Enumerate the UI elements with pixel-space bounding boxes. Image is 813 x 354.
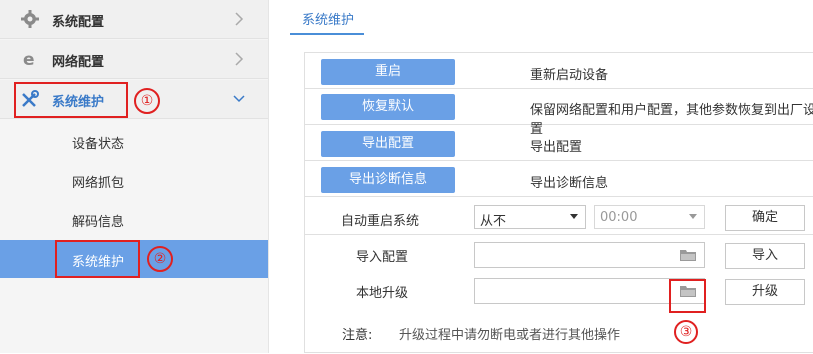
- subnav-item-packet-capture[interactable]: 网络抓包: [0, 161, 268, 199]
- sidebar: 系统配置 e 网络配置 系统维护 设备状态 网络抓包 解码信息 系统维护: [0, 0, 269, 353]
- import-config-file-input[interactable]: [474, 242, 705, 268]
- action-description: 导出配置: [530, 140, 583, 155]
- main-panel: 系统维护 重启 重新启动设备 恢复默认 保留网络配置和用户配置，其他参数恢复到出…: [290, 0, 813, 353]
- subnav-item-decode-info[interactable]: 解码信息: [0, 200, 268, 238]
- restore-default-button[interactable]: 恢复默认: [321, 94, 455, 120]
- network-e-icon: e: [23, 50, 35, 69]
- subnav-item-device-status[interactable]: 设备状态: [0, 122, 268, 160]
- action-row-export-diagnostics: 导出诊断信息 导出诊断信息: [305, 161, 813, 197]
- local-upgrade-label: 本地升级: [356, 286, 409, 301]
- action-row-restore-default: 恢复默认 保留网络配置和用户配置，其他参数恢复到出厂设置: [305, 89, 813, 137]
- note-label: 注意:: [342, 328, 373, 343]
- select-value: 从不: [480, 214, 507, 229]
- dropdown-arrow-icon: [570, 214, 578, 219]
- tab-system-maintenance[interactable]: 系统维护: [290, 0, 364, 35]
- auto-reboot-time-select[interactable]: 00:00: [594, 205, 705, 229]
- action-row-reboot: 重启 重新启动设备: [305, 53, 813, 89]
- auto-reboot-label: 自动重启系统: [341, 214, 420, 229]
- nav-label: 系统配置: [52, 15, 105, 30]
- highlight-box-step1: [14, 82, 128, 118]
- nav-item-network-config[interactable]: e 网络配置: [0, 40, 268, 79]
- note-row: 注意: 升级过程中请勿断电或者进行其他操作: [305, 310, 813, 354]
- auto-reboot-row: 自动重启系统 从不 00:00 确定: [305, 197, 813, 235]
- confirm-button[interactable]: 确定: [725, 205, 805, 231]
- step-marker-2: ②: [147, 246, 173, 272]
- note-text: 升级过程中请勿断电或者进行其他操作: [399, 328, 621, 343]
- chevron-down-icon: [233, 95, 245, 103]
- highlight-box-step3: [669, 279, 706, 313]
- svg-text:e: e: [23, 50, 35, 69]
- maintenance-table: 重启 重新启动设备 恢复默认 保留网络配置和用户配置，其他参数恢复到出厂设置 导…: [304, 52, 813, 353]
- nav-item-system-config[interactable]: 系统配置: [0, 0, 268, 39]
- dropdown-arrow-icon: [689, 214, 697, 219]
- nav-label: 网络配置: [52, 55, 105, 70]
- gear-icon: [21, 10, 39, 28]
- step-marker-1: ①: [134, 88, 160, 114]
- folder-icon[interactable]: [680, 249, 696, 261]
- import-button[interactable]: 导入: [725, 243, 805, 269]
- chevron-right-icon: [235, 12, 244, 26]
- export-config-button[interactable]: 导出配置: [321, 131, 455, 157]
- action-description: 重新启动设备: [530, 68, 609, 83]
- upgrade-button[interactable]: 升级: [725, 279, 805, 305]
- subnav-label: 解码信息: [72, 215, 125, 230]
- step-marker-3: ③: [674, 320, 698, 344]
- subnav-label: 设备状态: [72, 137, 125, 152]
- import-config-row: 导入配置 导入: [305, 234, 813, 272]
- action-description: 导出诊断信息: [530, 176, 609, 191]
- chevron-right-icon: [235, 52, 244, 66]
- import-config-label: 导入配置: [356, 250, 409, 265]
- export-diagnostics-button[interactable]: 导出诊断信息: [321, 167, 455, 193]
- local-upgrade-row: 本地升级 升级: [305, 272, 813, 310]
- subnav-label: 网络抓包: [72, 176, 125, 191]
- highlight-box-step2: [55, 240, 140, 278]
- tab-label: 系统维护: [302, 13, 355, 28]
- action-row-export-config: 导出配置 导出配置: [305, 125, 813, 161]
- select-value: 00:00: [600, 210, 638, 225]
- reboot-button[interactable]: 重启: [321, 59, 455, 85]
- auto-reboot-mode-select[interactable]: 从不: [474, 205, 586, 229]
